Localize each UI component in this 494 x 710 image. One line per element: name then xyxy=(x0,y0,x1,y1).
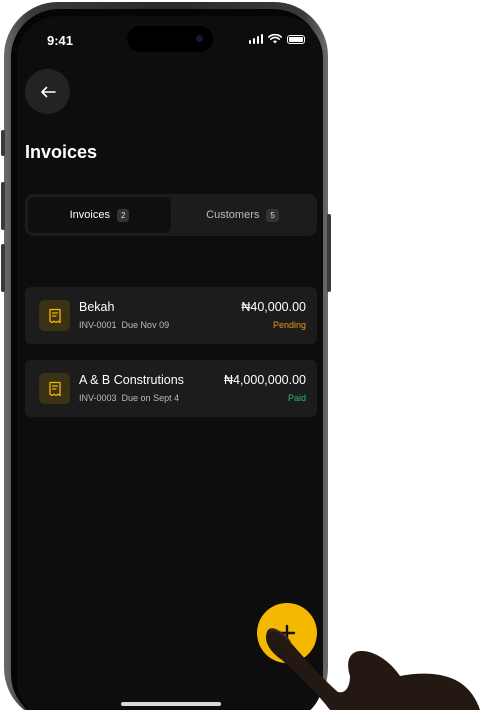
power-button xyxy=(327,214,331,292)
plus-icon xyxy=(278,624,296,642)
invoice-amount: ₦4,000,000.00 xyxy=(223,373,306,387)
battery-icon xyxy=(287,34,305,44)
customer-name: A & B Construtions xyxy=(79,373,184,387)
customer-name: Bekah xyxy=(79,300,115,314)
page-title: Invoices xyxy=(25,142,98,162)
dynamic-island xyxy=(127,26,213,52)
invoice-due: Due on Sept 4 xyxy=(121,393,180,403)
camera-icon xyxy=(196,35,203,42)
action-button xyxy=(1,130,5,156)
status-label: Pending xyxy=(272,320,306,330)
invoice-card[interactable]: A & B Construtions INV-0003 Due on Sept … xyxy=(25,360,317,417)
status-icons xyxy=(248,34,305,44)
tab-label: Invoices xyxy=(69,209,110,221)
tab-invoices[interactable]: Invoices 2 xyxy=(28,197,171,233)
wifi-icon xyxy=(268,34,282,44)
stage: 9:41 Invoices Invoices 2 Customers 5 Bek… xyxy=(0,0,494,710)
back-button[interactable] xyxy=(25,69,70,114)
tab-bar: Invoices 2 Customers 5 xyxy=(25,194,317,236)
status-time: 9:41 xyxy=(47,33,74,48)
invoice-number: INV-0003 xyxy=(79,393,117,403)
invoice-number: INV-0001 xyxy=(79,320,117,330)
add-invoice-button[interactable] xyxy=(257,603,317,663)
tab-label: Customers xyxy=(206,209,260,221)
tab-customers[interactable]: Customers 5 xyxy=(171,197,314,233)
invoice-card[interactable]: Bekah INV-0001 Due Nov 09 ₦40,000.00 Pen… xyxy=(25,287,317,344)
invoice-meta: INV-0003 Due on Sept 4 xyxy=(79,393,179,403)
phone-frame: 9:41 Invoices Invoices 2 Customers 5 Bek… xyxy=(1,2,331,710)
screen: 9:41 Invoices Invoices 2 Customers 5 Bek… xyxy=(17,16,323,710)
volume-down-button xyxy=(1,244,5,292)
tab-count-badge: 2 xyxy=(116,208,130,222)
volume-up-button xyxy=(1,182,5,230)
home-indicator xyxy=(121,702,221,706)
status-label: Paid xyxy=(287,393,306,403)
invoice-due: Due Nov 09 xyxy=(121,320,170,330)
cellular-signal-icon xyxy=(248,34,263,44)
arrow-left-icon xyxy=(40,86,56,97)
receipt-icon xyxy=(39,300,70,331)
invoice-meta: INV-0001 Due Nov 09 xyxy=(79,320,169,330)
invoice-amount: ₦40,000.00 xyxy=(241,300,306,314)
receipt-icon xyxy=(39,373,70,404)
tab-count-badge: 5 xyxy=(266,208,279,222)
